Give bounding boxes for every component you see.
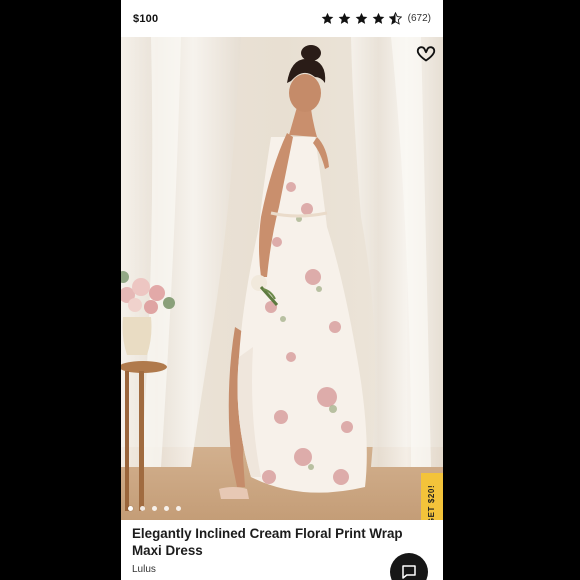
rating-count: (672) — [407, 13, 431, 24]
gallery-dot[interactable] — [140, 506, 145, 511]
star-icon — [355, 12, 367, 24]
star-icon — [338, 12, 350, 24]
listing-header: $100 (672) — [121, 0, 443, 37]
brand-link[interactable]: Lulus — [132, 564, 432, 575]
star-icon — [321, 12, 333, 24]
like-button[interactable] — [415, 42, 437, 64]
heart-outline-icon — [416, 46, 436, 62]
star-half-icon — [388, 12, 402, 25]
product-image — [121, 37, 443, 520]
gallery-dot[interactable] — [176, 506, 181, 511]
rating[interactable]: (672) — [321, 12, 431, 25]
price: $100 — [133, 12, 159, 25]
listing-screen: $100 (672) GET $20! Elegantly Inclined C… — [121, 0, 443, 580]
product-photo[interactable]: GET $20! — [121, 37, 443, 520]
promo-label: GET $20! — [427, 484, 437, 520]
gallery-dot[interactable] — [164, 506, 169, 511]
chat-bubble-icon — [402, 565, 416, 579]
product-title: Elegantly Inclined Cream Floral Print Wr… — [132, 526, 403, 558]
gallery-dot[interactable] — [152, 506, 157, 511]
star-icon — [372, 12, 384, 24]
get-offer-tab[interactable]: GET $20! — [421, 473, 443, 520]
gallery-dot[interactable] — [128, 506, 133, 511]
gallery-pagination — [128, 506, 181, 511]
star-rating — [321, 12, 402, 25]
